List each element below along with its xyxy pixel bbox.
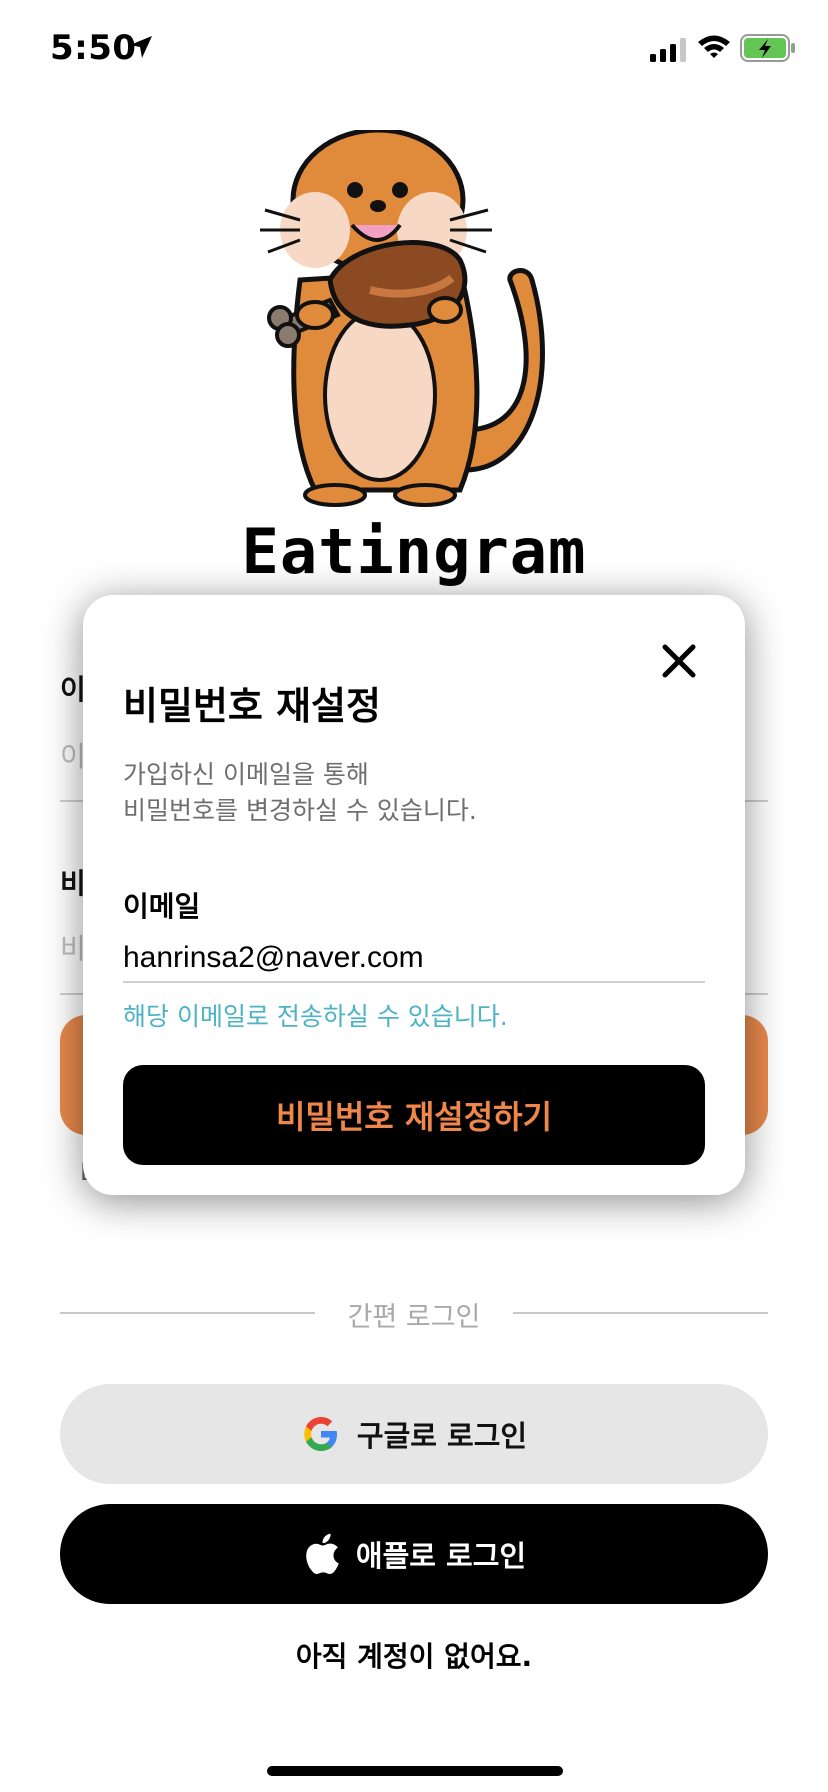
google-login-label: 구글로 로그인 <box>356 1419 528 1453</box>
home-indicator[interactable] <box>267 1766 563 1776</box>
description-line-2: 비밀번호를 변경하실 수 있습니다. <box>123 796 477 825</box>
email-label: 이 <box>60 673 86 706</box>
email-hint: 해당 이메일로 전송하실 수 있습니다. <box>123 1002 508 1031</box>
otter-mascot-logo <box>260 130 545 507</box>
password-reset-modal: 비밀번호 재설정 가입하신 이메일을 통해 비밀번호를 변경하실 수 있습니다.… <box>83 595 745 1195</box>
email-field-label: 이메일 <box>123 890 201 923</box>
email-placeholder[interactable]: 이 <box>60 735 86 775</box>
apple-icon <box>306 1533 339 1575</box>
location-arrow-icon <box>130 36 152 58</box>
modal-title: 비밀번호 재설정 <box>123 684 381 728</box>
description-line-1: 가입하신 이메일을 통해 <box>123 760 369 789</box>
app-title: Eatingram <box>241 515 587 588</box>
close-icon[interactable] <box>655 637 703 685</box>
cellular-signal-icon <box>650 38 686 62</box>
modal-description: 가입하신 이메일을 통해 비밀번호를 변경하실 수 있습니다. <box>123 757 477 829</box>
apple-login-label: 애플로 로그인 <box>355 1539 527 1573</box>
status-bar: 5:50 <box>0 0 828 100</box>
wifi-icon <box>698 35 730 58</box>
password-label: 비 <box>60 867 86 900</box>
google-login-button[interactable]: 구글로 로그인 <box>60 1384 768 1484</box>
apple-login-button[interactable]: 애플로 로그인 <box>60 1504 768 1604</box>
divider-line-right <box>513 1312 768 1314</box>
password-placeholder[interactable]: 비 <box>60 927 86 967</box>
google-icon <box>304 1417 337 1451</box>
signup-link[interactable]: 아직 계정이 없어요. <box>0 1635 828 1675</box>
status-time: 5:50 <box>50 28 137 68</box>
battery-charging-icon <box>740 34 795 62</box>
email-field[interactable] <box>123 935 705 983</box>
reset-password-button[interactable]: 비밀번호 재설정하기 <box>123 1065 705 1165</box>
divider-label: 간편 로그인 <box>347 1302 481 1333</box>
